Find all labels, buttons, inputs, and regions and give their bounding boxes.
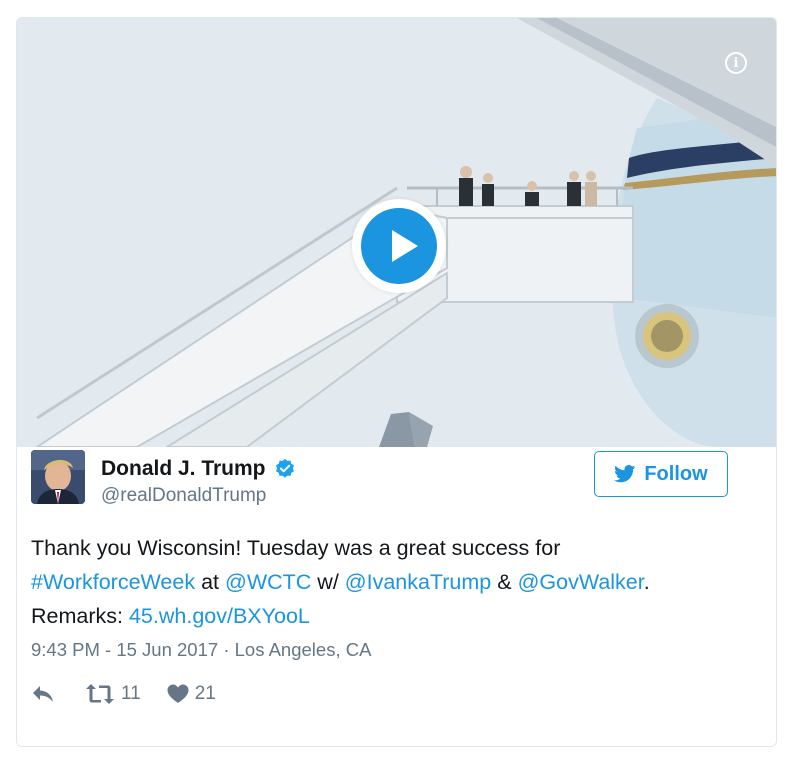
like-button[interactable]: 21 xyxy=(167,683,216,705)
play-icon xyxy=(361,208,437,284)
avatar[interactable] xyxy=(31,450,85,504)
follow-button[interactable]: Follow xyxy=(594,451,728,497)
mention-wctc-link[interactable]: @WCTC xyxy=(225,570,311,594)
remarks-link[interactable]: 45.wh.gov/BXYooL xyxy=(129,604,310,628)
follow-label: Follow xyxy=(644,462,708,485)
retweet-button[interactable]: 11 xyxy=(85,683,141,705)
hashtag-link[interactable]: #WorkforceWeek xyxy=(31,570,195,594)
play-button[interactable] xyxy=(352,199,446,293)
tweet-actions: 11 21 xyxy=(31,682,216,706)
tweet-w-text: w/ xyxy=(311,570,345,594)
tweet-text: Thank you Wisconsin! Tuesday was a great… xyxy=(31,531,741,633)
author-handle[interactable]: @realDonaldTrump xyxy=(101,485,266,507)
mention-ivankatrump-link[interactable]: @IvankaTrump xyxy=(345,570,492,594)
retweet-count: 11 xyxy=(121,683,141,704)
verified-badge-icon xyxy=(275,458,294,478)
heart-icon xyxy=(167,684,189,703)
mention-govwalker-link[interactable]: @GovWalker xyxy=(518,570,644,594)
tweet-at-text: at xyxy=(195,570,225,594)
tweet-card: i xyxy=(16,17,777,747)
author-name-row[interactable]: Donald J. Trump xyxy=(101,457,296,481)
tweet-amp-text: & xyxy=(491,570,518,594)
tweet-timestamp[interactable]: 9:43 PM - 15 Jun 2017 xyxy=(31,639,218,660)
author-display-name[interactable]: Donald J. Trump xyxy=(101,457,266,481)
twitter-bird-icon xyxy=(614,465,636,483)
meta-separator: · xyxy=(218,639,235,660)
reply-icon xyxy=(33,686,53,702)
reply-button[interactable] xyxy=(31,684,55,704)
tweet-period: . xyxy=(643,570,650,594)
tweet-meta: 9:43 PM - 15 Jun 2017 · Los Angeles, CA xyxy=(31,639,371,661)
retweet-icon xyxy=(86,684,114,704)
like-count: 21 xyxy=(194,683,216,704)
video-thumbnail[interactable]: i xyxy=(17,18,776,447)
info-icon[interactable]: i xyxy=(725,52,747,74)
tweet-location[interactable]: Los Angeles, CA xyxy=(235,639,372,660)
tweet-line1: Thank you Wisconsin! Tuesday was a great… xyxy=(31,536,561,560)
remarks-label: Remarks: xyxy=(31,604,129,628)
